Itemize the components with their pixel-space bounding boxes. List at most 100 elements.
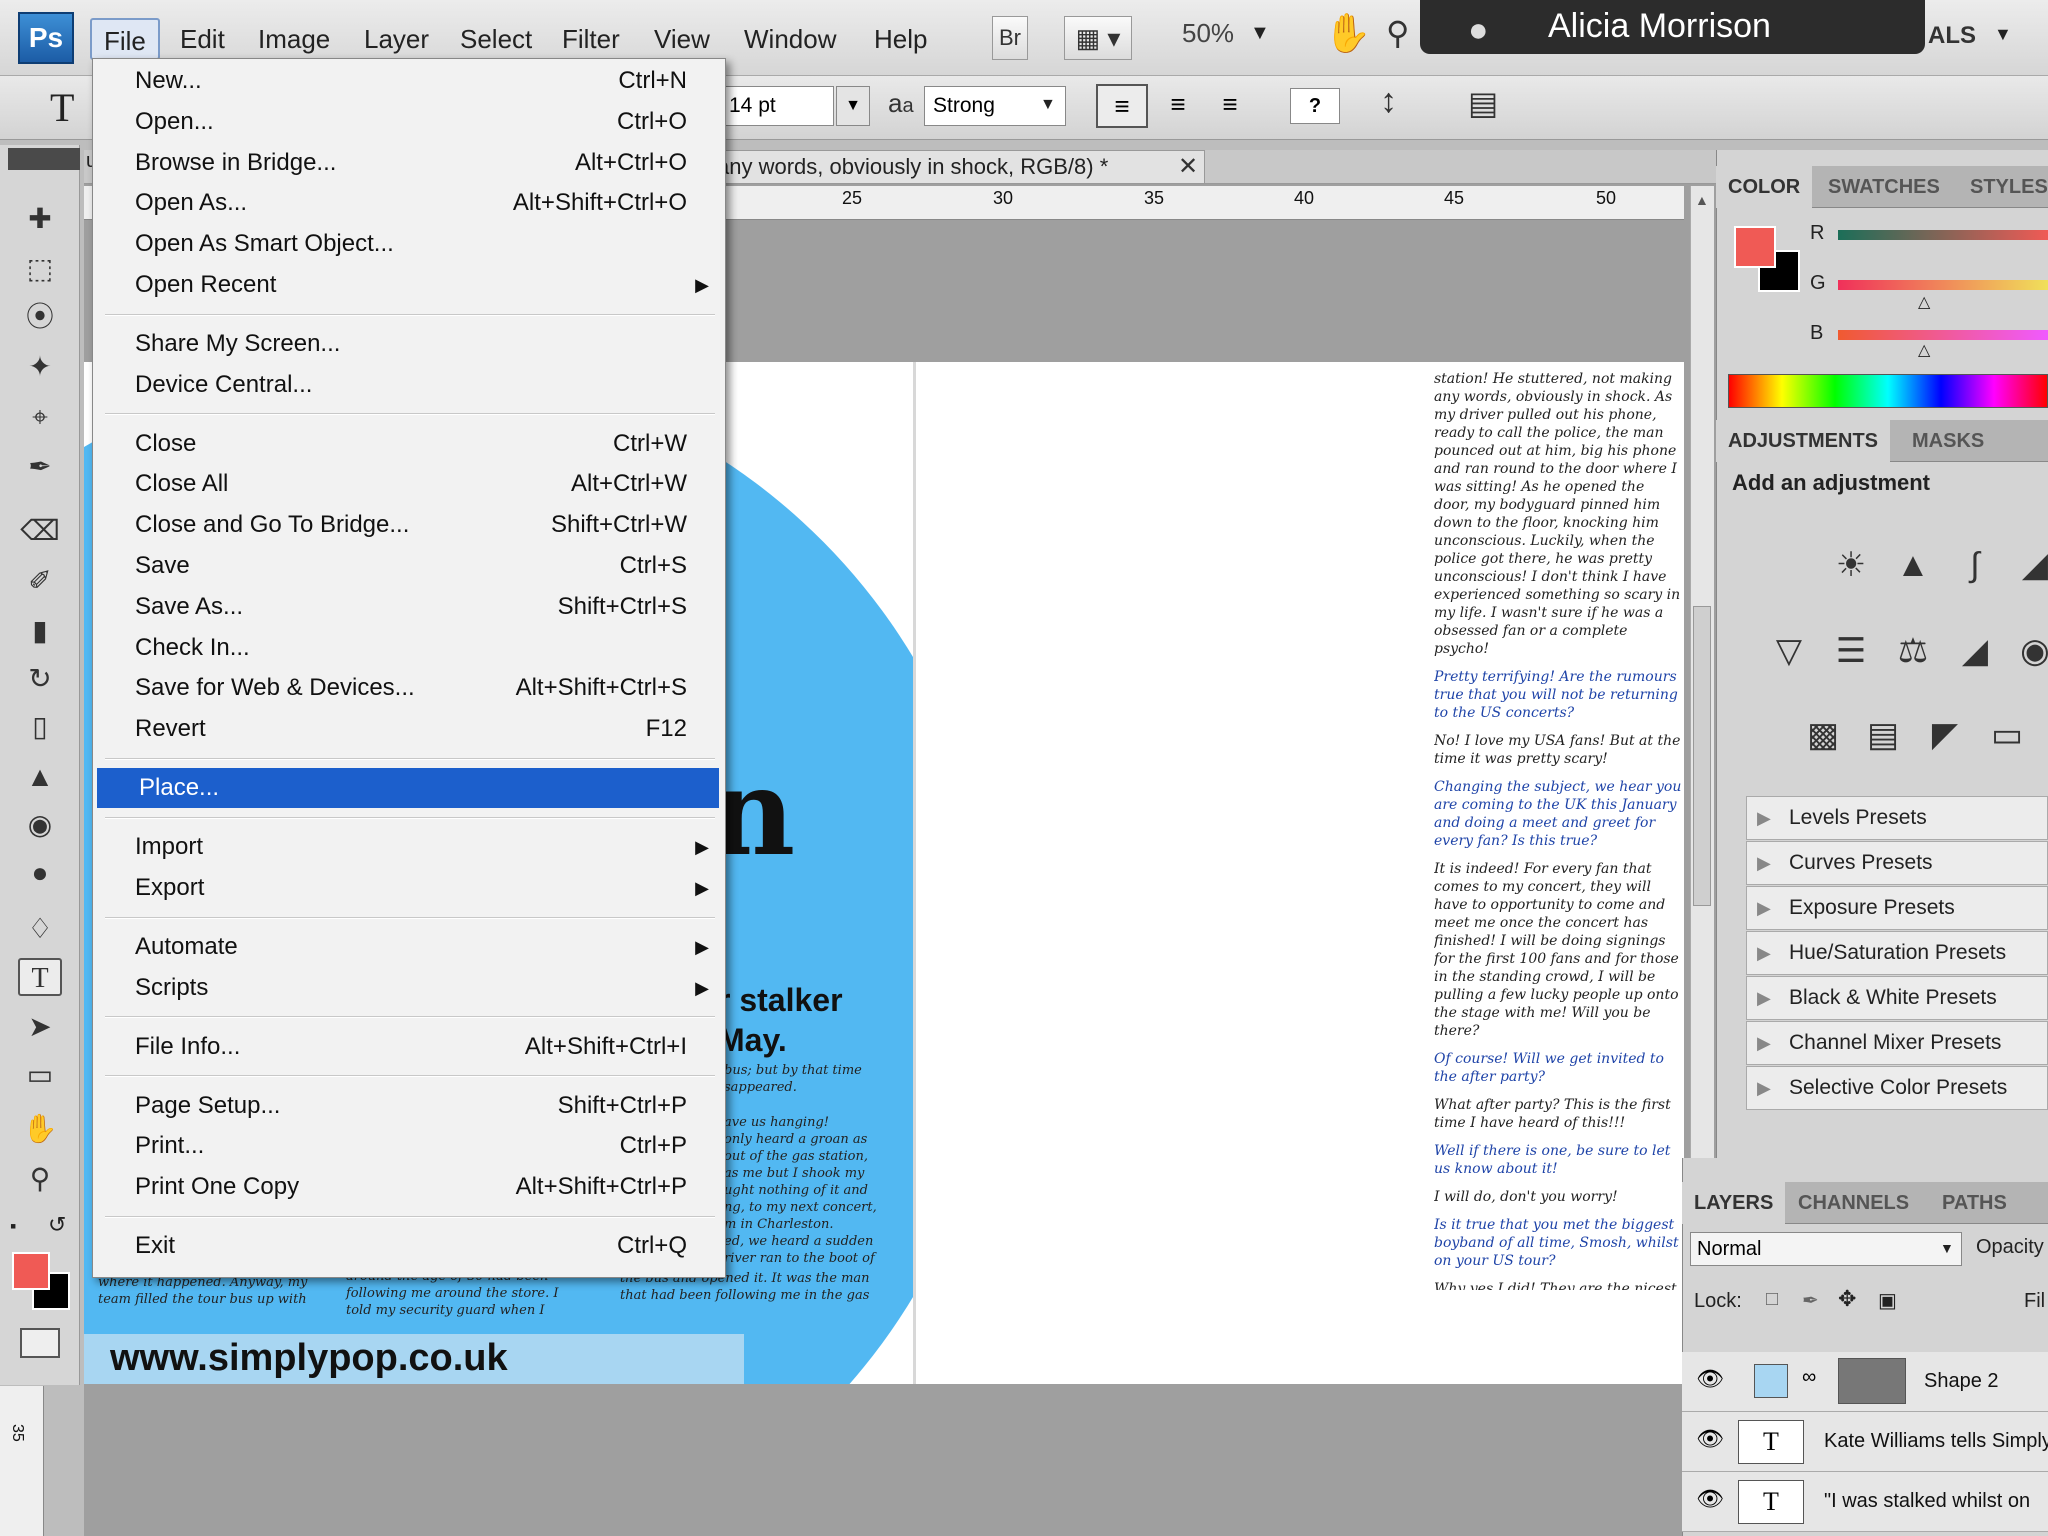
- bridge-button[interactable]: Br: [992, 16, 1028, 60]
- hue-saturation-icon[interactable]: ☰: [1826, 626, 1876, 676]
- lock-position-icon[interactable]: ✥: [1838, 1286, 1856, 1312]
- workspace-label[interactable]: ALS: [1928, 22, 1976, 50]
- align-right-icon[interactable]: ≡: [1204, 84, 1256, 128]
- menu-item-open-as-smart-object[interactable]: Open As Smart Object...: [93, 224, 725, 264]
- black-white-icon[interactable]: ◢: [1950, 626, 2000, 676]
- quick-mask-icon[interactable]: [20, 1328, 60, 1358]
- pen-tool-icon[interactable]: ♢: [18, 910, 62, 948]
- screen-mode-icon[interactable]: ▦ ▾: [1064, 16, 1132, 60]
- path-selection-tool-icon[interactable]: ➤: [18, 1008, 62, 1046]
- font-size-dropdown-icon[interactable]: ▼: [836, 86, 870, 126]
- menu-item-check-in[interactable]: Check In...: [93, 628, 725, 668]
- eraser-tool-icon[interactable]: ▯: [18, 708, 62, 746]
- menu-item-open-as[interactable]: Open As... Alt+Shift+Ctrl+O: [93, 183, 725, 223]
- blur-tool-icon[interactable]: ◉: [18, 806, 62, 844]
- lock-image-icon[interactable]: ✒: [1802, 1288, 1819, 1313]
- tab-styles[interactable]: STYLES: [1958, 166, 2048, 208]
- menu-item-revert[interactable]: Revert F12: [93, 709, 725, 749]
- hand-tool-icon-2[interactable]: ✋: [18, 1110, 62, 1148]
- chain-icon[interactable]: ∞: [1802, 1366, 1816, 1389]
- tab-color[interactable]: COLOR: [1716, 166, 1813, 208]
- photo-filter-icon[interactable]: ◉: [2010, 626, 2048, 676]
- menu-item-close-and-go-to-bridge[interactable]: Close and Go To Bridge... Shift+Ctrl+W: [93, 505, 725, 545]
- tab-paths[interactable]: PATHS: [1930, 1182, 2019, 1224]
- eyedropper-tool-icon[interactable]: ✒: [18, 448, 62, 486]
- document-tab[interactable]: any words, obviously in shock, RGB/8) *: [700, 150, 1205, 184]
- slider-b[interactable]: [1838, 330, 2048, 340]
- paint-bucket-tool-icon[interactable]: ▲: [18, 758, 62, 796]
- menu-item-browse-in-bridge[interactable]: Browse in Bridge... Alt+Ctrl+O: [93, 143, 725, 183]
- tab-masks[interactable]: MASKS: [1900, 420, 1996, 462]
- menu-item-open[interactable]: Open... Ctrl+O: [93, 102, 725, 142]
- color-spectrum-bar[interactable]: [1728, 374, 2048, 408]
- menu-window[interactable]: Window: [732, 18, 848, 60]
- dodge-tool-icon[interactable]: ●: [18, 854, 62, 892]
- eye-icon[interactable]: 👁: [1696, 1426, 1724, 1452]
- menu-help[interactable]: Help: [862, 18, 939, 60]
- tab-channels[interactable]: CHANNELS: [1786, 1182, 1921, 1224]
- menu-item-scripts[interactable]: Scripts ▶: [93, 968, 725, 1008]
- blend-mode-dropdown-icon[interactable]: ▼: [1940, 1240, 1954, 1256]
- levels-presets[interactable]: Levels Presets: [1746, 796, 2048, 840]
- lock-transparent-icon[interactable]: □: [1766, 1288, 1778, 1311]
- tab-layers[interactable]: LAYERS: [1682, 1182, 1786, 1224]
- menu-item-device-central[interactable]: Device Central...: [93, 365, 725, 405]
- curves-icon[interactable]: ∫: [1950, 540, 2000, 590]
- menu-item-new[interactable]: New... Ctrl+N: [93, 61, 725, 101]
- tab-adjustments[interactable]: ADJUSTMENTS: [1716, 420, 1891, 462]
- menu-item-print-one-copy[interactable]: Print One Copy Alt+Shift+Ctrl+P: [93, 1167, 725, 1207]
- invert-icon[interactable]: ▩: [1798, 710, 1848, 760]
- history-brush-tool-icon[interactable]: ↻: [18, 660, 62, 698]
- menu-view[interactable]: View: [642, 18, 722, 60]
- curves-presets[interactable]: Curves Presets: [1746, 841, 2048, 885]
- scroll-up-icon[interactable]: ▲: [1695, 192, 1709, 208]
- align-center-icon[interactable]: ≡: [1152, 84, 1204, 128]
- channel-mixer-presets[interactable]: Channel Mixer Presets: [1746, 1021, 2048, 1065]
- zoom-dropdown-icon[interactable]: ▼: [1250, 22, 1270, 45]
- horizontal-type-tool-icon[interactable]: T: [18, 958, 62, 996]
- menu-item-print[interactable]: Print... Ctrl+P: [93, 1126, 725, 1166]
- hand-tool-icon[interactable]: ✋: [1324, 12, 1371, 56]
- workspace-dropdown-icon[interactable]: ▼: [1994, 24, 2012, 45]
- zoom-tool-icon[interactable]: ⚲: [1386, 14, 1409, 52]
- stamp-tool-icon[interactable]: ▮: [18, 612, 62, 650]
- slider-b-thumb-icon[interactable]: △: [1918, 340, 1930, 360]
- magic-wand-tool-icon[interactable]: ✦: [18, 348, 62, 386]
- swap-colors-icon[interactable]: ↺: [48, 1212, 66, 1238]
- layer-row-text-1[interactable]: 👁 T Kate Williams tells Simply: [1682, 1412, 2048, 1472]
- black-white-presets[interactable]: Black & White Presets: [1746, 976, 2048, 1020]
- zoom-level[interactable]: 50%: [1182, 18, 1234, 49]
- menu-item-save-for-web-devices[interactable]: Save for Web & Devices... Alt+Shift+Ctrl+…: [93, 668, 725, 708]
- slider-g[interactable]: [1838, 280, 2048, 290]
- menu-item-place[interactable]: Place...: [97, 768, 719, 809]
- menu-item-close-all[interactable]: Close All Alt+Ctrl+W: [93, 464, 725, 504]
- brush-tool-icon[interactable]: ✐: [18, 562, 62, 600]
- menu-filter[interactable]: Filter: [550, 18, 632, 60]
- slider-r[interactable]: [1838, 230, 2048, 240]
- menu-edit[interactable]: Edit: [168, 18, 237, 60]
- healing-brush-tool-icon[interactable]: ⌫: [18, 512, 62, 550]
- lasso-tool-icon[interactable]: ⦿: [18, 298, 62, 336]
- move-tool-icon[interactable]: ✚: [18, 200, 62, 238]
- eye-icon[interactable]: 👁: [1696, 1366, 1724, 1392]
- character-panel-icon[interactable]: ▤: [1468, 84, 1498, 122]
- menu-item-exit[interactable]: Exit Ctrl+Q: [93, 1226, 725, 1266]
- levels-icon[interactable]: ▲: [1888, 540, 1938, 590]
- font-size-field[interactable]: 14 pt: [722, 86, 834, 126]
- blend-mode-select[interactable]: Normal: [1690, 1232, 1962, 1266]
- foreground-color-swatch[interactable]: [12, 1252, 50, 1290]
- menu-image[interactable]: Image: [246, 18, 342, 60]
- color-balance-icon[interactable]: ⚖: [1888, 626, 1938, 676]
- menu-item-automate[interactable]: Automate ▶: [93, 927, 725, 967]
- menu-item-save[interactable]: Save Ctrl+S: [93, 546, 725, 586]
- zoom-tool-icon-2[interactable]: ⚲: [18, 1160, 62, 1198]
- exposure-presets[interactable]: Exposure Presets: [1746, 886, 2048, 930]
- menu-item-file-info[interactable]: File Info... Alt+Shift+Ctrl+I: [93, 1027, 725, 1067]
- tab-swatches[interactable]: SWATCHES: [1816, 166, 1952, 208]
- vibrance-icon[interactable]: ▽: [1764, 626, 1814, 676]
- exposure-icon[interactable]: ◢: [2010, 540, 2048, 590]
- selective-color-presets[interactable]: Selective Color Presets: [1746, 1066, 2048, 1110]
- menu-select[interactable]: Select: [448, 18, 544, 60]
- slider-g-thumb-icon[interactable]: △: [1918, 292, 1930, 312]
- eye-icon[interactable]: 👁: [1696, 1486, 1724, 1512]
